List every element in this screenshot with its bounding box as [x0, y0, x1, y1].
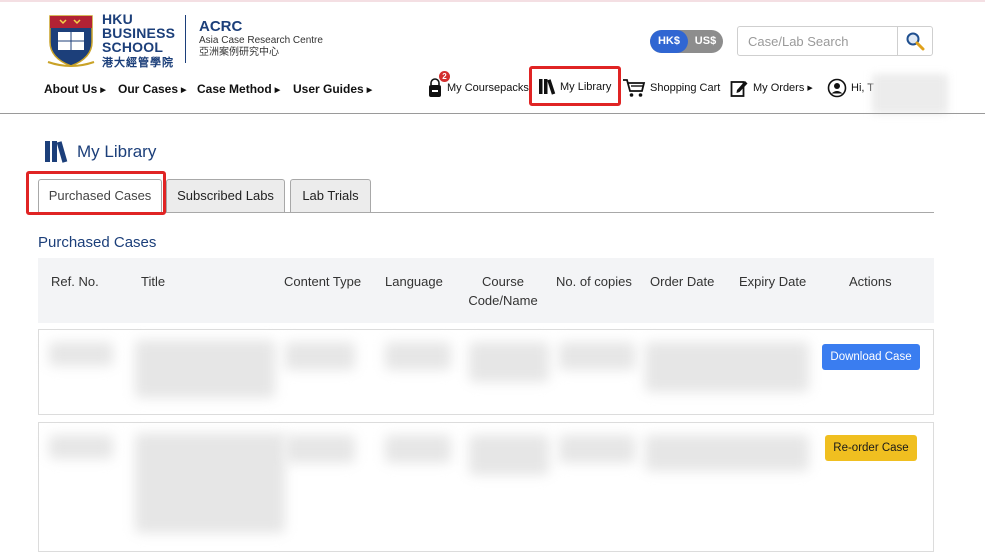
user-avatar-icon: [827, 78, 847, 98]
nav-about-us-label: About Us: [44, 82, 98, 96]
shopping-cart-label: Shopping Cart: [650, 82, 721, 94]
col-language: Language: [385, 274, 443, 289]
download-case-button[interactable]: Download Case: [822, 344, 920, 370]
col-course-line1: Course: [482, 274, 524, 289]
orders-edit-icon: [730, 81, 748, 97]
logo-chinese-name: 港大經管學院: [102, 57, 174, 69]
redacted-user-name: [872, 74, 948, 114]
col-course: Course Code/Name: [460, 272, 546, 310]
redacted-title: [135, 340, 275, 398]
section-title: Purchased Cases: [38, 234, 157, 251]
user-account-menu[interactable]: Hi, T: [827, 78, 874, 98]
search-input[interactable]: [739, 28, 897, 54]
col-order-date: Order Date: [650, 274, 715, 289]
my-coursepacks-label: My Coursepacks: [447, 82, 529, 94]
col-copies: No. of copies: [556, 274, 632, 289]
search-icon: [906, 32, 925, 51]
logo-divider: [185, 15, 186, 63]
nav-about-us[interactable]: About Us ▶: [44, 82, 106, 96]
caret-right-icon: ▶: [366, 87, 373, 94]
header-divider: [0, 113, 985, 114]
col-expiry-date: Expiry Date: [739, 274, 807, 289]
coursepacks-count-badge: 2: [439, 71, 450, 82]
caret-right-icon: ▶: [807, 85, 813, 92]
caret-right-icon: ▶: [274, 87, 281, 94]
caret-right-icon: ▶: [181, 87, 187, 94]
acrc-chinese-name: 亞洲案例研究中心: [199, 47, 279, 58]
shopping-cart-icon: [623, 79, 646, 97]
redacted-ref-no: [49, 342, 113, 366]
nav-case-method-label: Case Method: [197, 82, 272, 96]
hku-business-school-wordmark: HKU BUSINESS SCHOOL 港大經管學院: [102, 12, 175, 70]
hku-crest-logo[interactable]: [46, 12, 96, 68]
nav-user-guides[interactable]: User Guides ▶: [293, 82, 372, 96]
redacted-copies: [559, 342, 635, 370]
purchased-cases-highlight: [26, 171, 166, 215]
acrc-wordmark: ACRC Asia Case Research Centre 亞洲案例研究中心: [199, 18, 323, 59]
logo-line-school: SCHOOL: [102, 39, 164, 55]
my-orders-link[interactable]: My Orders ▶: [730, 78, 813, 98]
my-library-highlight: [529, 66, 621, 106]
nav-our-cases-label: Our Cases: [118, 82, 179, 96]
currency-hkd-option[interactable]: HK$: [650, 30, 688, 53]
my-orders-label: My Orders: [753, 82, 805, 94]
tabs-divider: [38, 212, 934, 213]
caret-right-icon: ▶: [100, 87, 106, 94]
redacted-copies: [559, 435, 635, 463]
page-title: My Library: [44, 140, 156, 163]
nav-user-guides-label: User Guides: [293, 82, 364, 96]
table-header: Ref. No. Title Content Type Language Cou…: [38, 258, 934, 323]
nav-our-cases[interactable]: Our Cases ▶: [118, 82, 186, 96]
acrc-full-name: Asia Case Research Centre: [199, 35, 323, 46]
redacted-ref-no: [49, 435, 113, 459]
logo-line-business: BUSINESS: [102, 25, 176, 41]
reorder-case-button[interactable]: Re-order Case: [825, 435, 917, 461]
library-books-icon: [45, 141, 68, 163]
col-ref-no: Ref. No.: [51, 274, 99, 289]
col-course-line2: Code/Name: [468, 293, 538, 308]
acrc-abbr: ACRC: [199, 18, 243, 35]
search-button[interactable]: [897, 27, 932, 55]
redacted-dates: [645, 342, 809, 392]
table-row: Re-order Case: [38, 422, 934, 552]
top-accent-line: [0, 0, 985, 2]
redacted-language: [385, 342, 451, 370]
table-row: Download Case: [38, 329, 934, 415]
tab-subscribed-labs[interactable]: Subscribed Labs: [166, 179, 285, 213]
redacted-course: [469, 342, 549, 382]
redacted-language: [385, 435, 451, 463]
shopping-cart-link[interactable]: Shopping Cart: [622, 78, 720, 98]
redacted-course: [469, 435, 549, 475]
page-title-text: My Library: [77, 141, 157, 161]
redacted-dates: [645, 435, 809, 471]
logo-line-hku: HKU: [102, 11, 133, 27]
col-title: Title: [141, 274, 166, 289]
currency-toggle[interactable]: HK$ US$: [650, 30, 723, 53]
currency-usd-option[interactable]: US$: [688, 30, 723, 53]
tab-lab-trials[interactable]: Lab Trials: [290, 179, 371, 213]
nav-case-method[interactable]: Case Method ▶: [197, 82, 280, 96]
case-search-box: [737, 26, 933, 56]
redacted-title: [135, 433, 285, 533]
redacted-content-type: [285, 342, 355, 370]
col-actions: Actions: [849, 274, 892, 289]
user-greeting: Hi, T: [851, 82, 875, 94]
redacted-content-type: [285, 435, 355, 463]
col-content-type: Content Type: [284, 274, 362, 289]
